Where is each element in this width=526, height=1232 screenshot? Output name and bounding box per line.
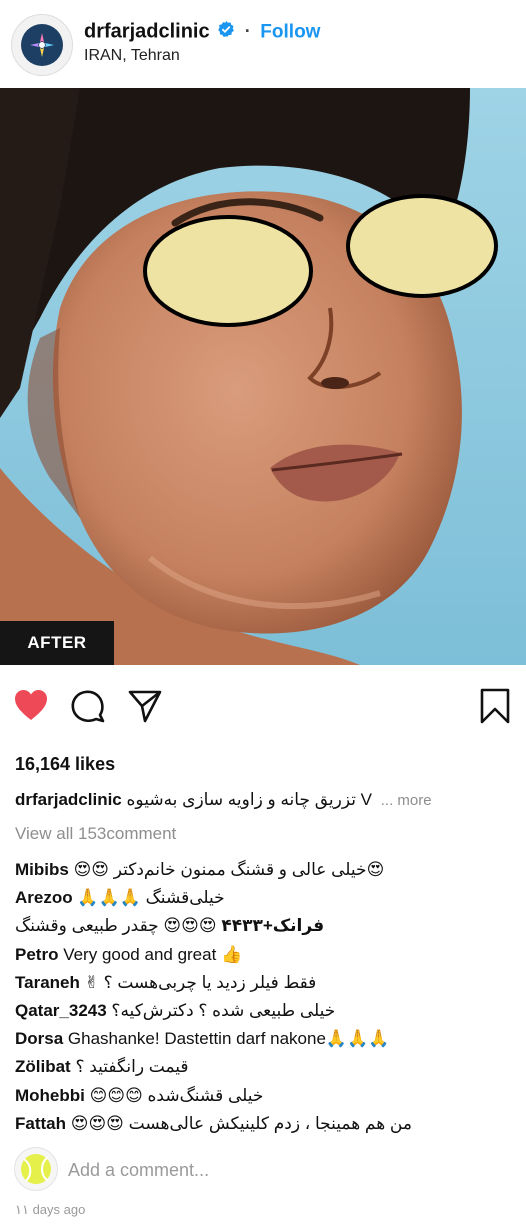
post-timestamp: ۱۱ days ago bbox=[15, 1202, 86, 1217]
comment-text: 😍😍😍 چقدر طبیعی وقشنگ bbox=[15, 916, 217, 936]
tennis-ball-icon bbox=[21, 1154, 51, 1184]
comment-item: Mohebbi 😊😊😊 خیلی قشنگ‌شده bbox=[15, 1082, 520, 1110]
comment-item: Arezoo 🙏🙏🙏 خیلی‌قشنگ bbox=[15, 884, 520, 912]
heart-icon[interactable] bbox=[13, 688, 49, 727]
comment-username[interactable]: Petro bbox=[15, 945, 58, 964]
comment-text: 😊😊😊 خیلی قشنگ‌شده bbox=[89, 1085, 264, 1105]
separator-dot: · bbox=[244, 21, 251, 42]
comment-username[interactable]: Arezoo bbox=[15, 888, 73, 907]
comment-text: قیمت رانگفتید ؟ bbox=[75, 1057, 189, 1077]
after-badge: AFTER bbox=[0, 621, 114, 665]
comment-username[interactable]: Zölibat bbox=[15, 1057, 71, 1076]
comment-item: Petro Very good and great 👍 bbox=[15, 941, 520, 969]
comment-text: ✌ فقط فیلر زدید یا چربی‌هست ؟ bbox=[84, 972, 317, 992]
comment-item: Fattah 😍😍😍 من هم همینجا ، زدم کلینیکش عا… bbox=[15, 1110, 520, 1138]
comment-item: Zölibat قیمت رانگفتید ؟ bbox=[15, 1053, 520, 1081]
comment-username[interactable]: Qatar_3243 bbox=[15, 1001, 107, 1020]
caption-username[interactable]: drfarjadclinic bbox=[15, 790, 122, 809]
comment-item: فرانک+۴۴۳۳ 😍😍😍 چقدر طبیعی وقشنگ bbox=[15, 912, 520, 940]
username-link[interactable]: drfarjadclinic bbox=[84, 20, 210, 42]
post-image[interactable]: AFTER bbox=[0, 88, 526, 665]
more-link[interactable]: ... more bbox=[381, 792, 432, 809]
bookmark-icon[interactable] bbox=[479, 688, 511, 729]
follow-button[interactable]: Follow bbox=[260, 21, 320, 42]
post-header: drfarjadclinic · Follow IRAN, Tehran bbox=[0, 0, 526, 88]
comment-text: Ghashanke! Dastettin darf nakone🙏🙏🙏 bbox=[67, 1029, 390, 1049]
caption-text: تزریق چانه و زاویه سازی به‌شیوه V bbox=[126, 790, 373, 809]
comment-text: خیلی طبیعی شده ؟ دکترش‌کیه؟ bbox=[111, 1000, 336, 1020]
user-avatar bbox=[14, 1147, 58, 1191]
verified-badge-icon bbox=[217, 20, 235, 44]
comment-item: Dorsa Ghashanke! Dastettin darf nakone🙏🙏… bbox=[15, 1025, 520, 1053]
clinic-logo-icon bbox=[21, 24, 63, 66]
comment-item: Qatar_3243 خیلی طبیعی شده ؟ دکترش‌کیه؟ bbox=[15, 997, 520, 1025]
comment-username[interactable]: Mibibs bbox=[15, 860, 69, 879]
add-comment-row: Add a comment... bbox=[14, 1147, 514, 1193]
comment-text: Very good and great 👍 bbox=[63, 944, 243, 964]
likes-count[interactable]: 16,164 likes bbox=[15, 754, 115, 775]
post-author-row: drfarjadclinic · Follow bbox=[84, 20, 320, 44]
comment-text: 😍😍 خیلی عالی و قشنگ ممنون خانم‌دکتر😍 bbox=[73, 860, 385, 879]
comment-item: Taraneh ✌ فقط فیلر زدید یا چربی‌هست ؟ bbox=[15, 969, 520, 997]
view-all-comments-link[interactable]: View all 153comment bbox=[15, 824, 176, 844]
comment-icon[interactable] bbox=[70, 688, 106, 729]
comment-text: 😍😍😍 من هم همینجا ، زدم کلینیکش عالی‌هست bbox=[70, 1113, 412, 1133]
comment-text: 🙏🙏🙏 خیلی‌قشنگ bbox=[77, 888, 225, 908]
share-icon[interactable] bbox=[127, 688, 163, 729]
location-link[interactable]: IRAN, Tehran bbox=[84, 47, 180, 65]
comment-username[interactable]: Dorsa bbox=[15, 1029, 63, 1048]
comment-username[interactable]: Taraneh bbox=[15, 973, 80, 992]
add-comment-input[interactable]: Add a comment... bbox=[68, 1160, 209, 1181]
comment-item: Mibibs 😍😍 خیلی عالی و قشنگ ممنون خانم‌دک… bbox=[15, 856, 520, 884]
post-caption: drfarjadclinic تزریق چانه و زاویه سازی ب… bbox=[15, 790, 515, 810]
action-bar bbox=[0, 686, 526, 726]
comment-list: Mibibs 😍😍 خیلی عالی و قشنگ ممنون خانم‌دک… bbox=[15, 856, 520, 1138]
profile-avatar[interactable] bbox=[11, 14, 73, 76]
face-photo bbox=[0, 88, 526, 665]
comment-username[interactable]: Mohebbi bbox=[15, 1086, 85, 1105]
comment-username[interactable]: فرانک+۴۴۳۳ bbox=[221, 916, 324, 935]
comment-username[interactable]: Fattah bbox=[15, 1114, 66, 1133]
